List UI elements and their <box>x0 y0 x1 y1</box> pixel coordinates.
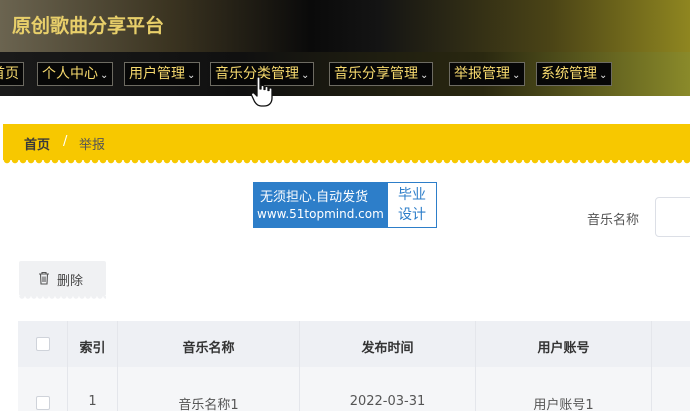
row-checkbox[interactable] <box>36 396 50 410</box>
delete-button-label: 删除 <box>57 274 84 289</box>
nav-item-music-share-management[interactable]: 音乐分享管理 ⌄ <box>329 62 434 86</box>
nav-item-home[interactable]: 首页 <box>0 62 24 86</box>
table-row[interactable]: 1 音乐名称1 2022-03-31 用户账号1 <box>18 367 690 413</box>
header-select-cell <box>18 321 68 367</box>
row-select-cell <box>18 367 68 411</box>
trash-icon <box>39 271 49 285</box>
chevron-down-icon: ⌄ <box>187 70 196 81</box>
header-cell-user-account: 用户账号 <box>476 321 652 367</box>
delete-button[interactable]: 删除 <box>19 261 106 296</box>
chevron-down-icon: ⌄ <box>512 70 521 81</box>
table-header: 索引 音乐名称 发布时间 用户账号 <box>18 321 690 367</box>
ad-url: www.51topmind.com <box>257 207 384 221</box>
ad-side-label: 毕业 设计 <box>388 183 436 227</box>
main-nav: 首页 个人中心⌄ 用户管理⌄ 音乐分类管理⌄ 音乐分享管理⌄ 举报管理⌄ 系统管… <box>0 52 690 96</box>
breadcrumb-scallop-edge <box>3 160 690 165</box>
cell-index: 1 <box>68 367 118 411</box>
ad-banner[interactable]: 无须担心.自动发货 www.51topmind.com 毕业 设计 <box>253 182 437 228</box>
cell-music-name: 音乐名称1 <box>118 367 300 413</box>
nav-item-personal-center[interactable]: 个人中心 ⌄ <box>37 62 114 86</box>
nav-item-user-management[interactable]: 用户管理 ⌄ <box>124 62 201 86</box>
app-header: 原创歌曲分享平台 <box>0 0 690 52</box>
nav-item-report-management[interactable]: 举报管理 ⌄ <box>449 62 526 86</box>
chevron-down-icon: ⌄ <box>420 70 429 81</box>
breadcrumb-home-link[interactable]: 首页 <box>24 134 50 153</box>
chevron-down-icon: ⌄ <box>599 70 608 81</box>
cell-publish-time: 2022-03-31 <box>300 367 476 411</box>
music-name-search-input[interactable] <box>655 197 690 237</box>
select-all-checkbox[interactable] <box>36 337 50 351</box>
chevron-down-icon: ⌄ <box>301 70 310 81</box>
site-title: 原创歌曲分享平台 <box>12 15 165 37</box>
chevron-down-icon: ⌄ <box>100 70 109 81</box>
breadcrumb-current: 举报 <box>79 138 106 153</box>
nav-item-system-management[interactable]: 系统管理 ⌄ <box>536 62 613 86</box>
breadcrumb-separator: / <box>63 134 68 149</box>
header-cell-music-name: 音乐名称 <box>118 321 300 367</box>
report-table: 索引 音乐名称 发布时间 用户账号 1 音乐名称1 2022-03-31 用户账… <box>18 321 690 413</box>
delete-button-scallop-edge <box>19 296 106 300</box>
cell-user-account: 用户账号1 <box>476 367 652 413</box>
hand-cursor-icon <box>250 76 273 107</box>
header-cell-index: 索引 <box>68 321 118 367</box>
search-label-music-name: 音乐名称 <box>587 213 640 228</box>
header-cell-publish-time: 发布时间 <box>300 321 476 367</box>
breadcrumb: 首页 / 举报 <box>3 124 690 160</box>
ad-slogan: 无须担心.自动发货 <box>260 190 369 205</box>
